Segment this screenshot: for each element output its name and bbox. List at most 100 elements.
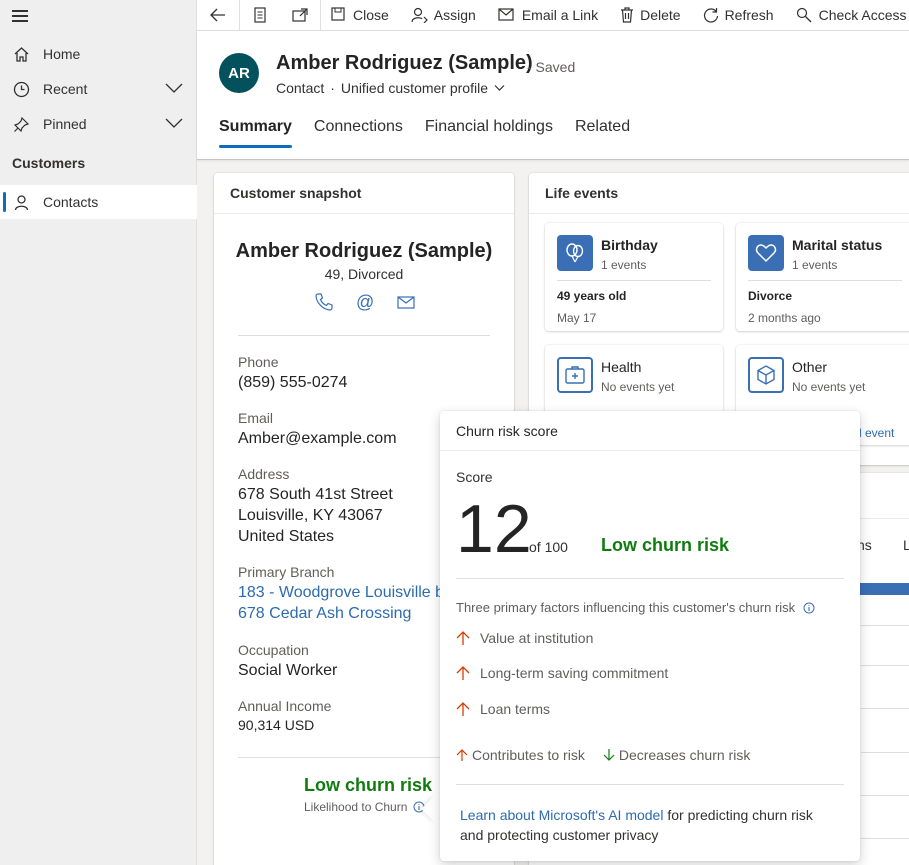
divider [861,665,909,666]
record-header: AR Amber Rodriguez (Sample) - Saved Cont… [197,31,909,160]
hamburger-menu-icon[interactable] [12,8,32,24]
divider [748,280,902,281]
life-event-title: Birthday [601,237,658,253]
chevron-down-icon[interactable] [165,81,183,98]
life-event-marital-status[interactable]: Marital status 1 events Divorce 2 months… [736,223,909,331]
back-button[interactable] [197,0,239,31]
life-event-date: 2 months ago [748,311,821,325]
check-access-button[interactable]: Check Access [796,0,907,31]
card-title: Life events [529,173,909,214]
save-close-icon [331,7,345,21]
trash-icon [621,7,634,23]
ai-model-link[interactable]: Learn about Microsoft's AI model [460,807,663,823]
refresh-icon [703,8,718,23]
form-view-button[interactable] [240,0,280,31]
chevron-down-icon[interactable] [165,116,183,133]
pin-icon [12,115,30,133]
arrow-down-icon [603,749,615,761]
occupation-value: Social Worker [238,662,338,679]
refresh-button[interactable]: Refresh [703,0,774,31]
at-sign-icon[interactable]: @ [356,292,374,315]
life-event-detail: 49 years old [557,289,627,303]
primary-branch-link[interactable]: 183 - Woodgrove Louisville b [238,582,444,603]
sidebar-item-label: Contacts [43,194,99,210]
life-event-count: 1 events [792,258,838,272]
tab-related[interactable]: Related [575,118,630,146]
churn-likelihood: Likelihood to Churn [304,800,425,814]
factor-item: Value at institution [456,630,593,646]
medical-kit-icon [557,357,593,393]
life-event-count: 1 events [601,258,647,272]
score-max: of 100 [529,539,568,555]
divider [861,838,909,839]
sidebar-item-label: Home [43,46,81,62]
primary-branch-address-link[interactable]: 678 Cedar Ash Crossing [238,603,411,624]
email-label: Email [238,410,274,426]
occupation-label: Occupation [238,642,309,658]
factor-item: Loan terms [456,701,550,717]
sidebar-item-pinned[interactable]: Pinned [0,107,197,141]
add-event-link[interactable]: l event [859,426,894,440]
email-value[interactable]: Amber@example.com [238,428,397,449]
contact-actions: @ [314,292,416,315]
factor-legend: Contributes to risk Decreases churn risk [456,747,750,763]
address-label: Address [238,466,290,482]
form-selector[interactable]: Unified customer profile [341,80,505,96]
background-tab-fragment[interactable]: L [903,537,909,553]
back-arrow-icon [210,8,225,22]
primary-branch-label: Primary Branch [238,564,335,580]
divider [238,335,490,336]
address-line-1: 678 South 41st Street [238,486,393,503]
divider [861,625,909,626]
score-label: Score [456,469,493,485]
churn-risk-popup: Churn risk score Score 12 of 100 Low chu… [440,411,860,861]
cube-icon [748,357,784,393]
email-link-icon [498,8,514,21]
ai-model-footer: Learn about Microsoft's AI model for pre… [460,807,813,843]
open-new-window-button[interactable] [280,0,320,31]
search-person-icon [796,7,812,23]
phone-value[interactable]: (859) 555-0274 [238,372,347,393]
page-title: Amber Rodriguez (Sample) [276,52,533,74]
close-button[interactable]: Close [331,0,389,31]
customer-name: Amber Rodriguez (Sample) [235,240,493,262]
assign-button[interactable]: Assign [411,0,476,31]
legend-decreases: Decreases churn risk [603,747,750,763]
email-link-button[interactable]: Email a Link [498,0,598,31]
header-band [859,583,909,595]
tab-list: Summary Connections Financial holdings R… [219,118,652,148]
tab-financial-holdings[interactable]: Financial holdings [425,118,553,146]
churn-risk-level: Low churn risk [601,535,730,555]
divider [557,280,711,281]
phone-icon[interactable] [314,292,334,315]
mail-icon[interactable] [396,292,416,315]
divider [861,795,909,796]
sidebar-item-contacts[interactable]: Contacts [0,185,197,219]
tab-connections[interactable]: Connections [314,118,403,146]
balloon-icon [557,235,593,271]
clock-icon [12,80,30,98]
customer-age-status: 49, Divorced [324,266,404,282]
delete-button[interactable]: Delete [620,0,681,31]
tab-summary[interactable]: Summary [219,118,292,148]
sidebar-item-home[interactable]: Home [0,37,197,71]
legend-contributes: Contributes to risk [456,747,585,763]
info-icon[interactable] [803,602,815,614]
avatar: AR [219,53,259,93]
open-in-new-window-icon [292,8,308,22]
divider [861,752,909,753]
life-event-count: No events yet [792,380,866,394]
life-event-count: No events yet [601,380,675,394]
life-event-birthday[interactable]: Birthday 1 events 49 years old May 17 [545,223,723,331]
life-event-title: Health [601,359,642,375]
divider [456,784,844,785]
sidebar-item-recent[interactable]: Recent [0,72,197,106]
person-icon [12,193,30,211]
phone-label: Phone [238,354,279,370]
chevron-down-icon [494,85,505,91]
annual-income-value: 90,314 USD [238,717,315,733]
document-icon [254,7,266,23]
churn-risk-label[interactable]: Low churn risk [304,775,432,796]
life-event-detail: Divorce [748,289,793,303]
arrow-up-icon [456,702,470,716]
